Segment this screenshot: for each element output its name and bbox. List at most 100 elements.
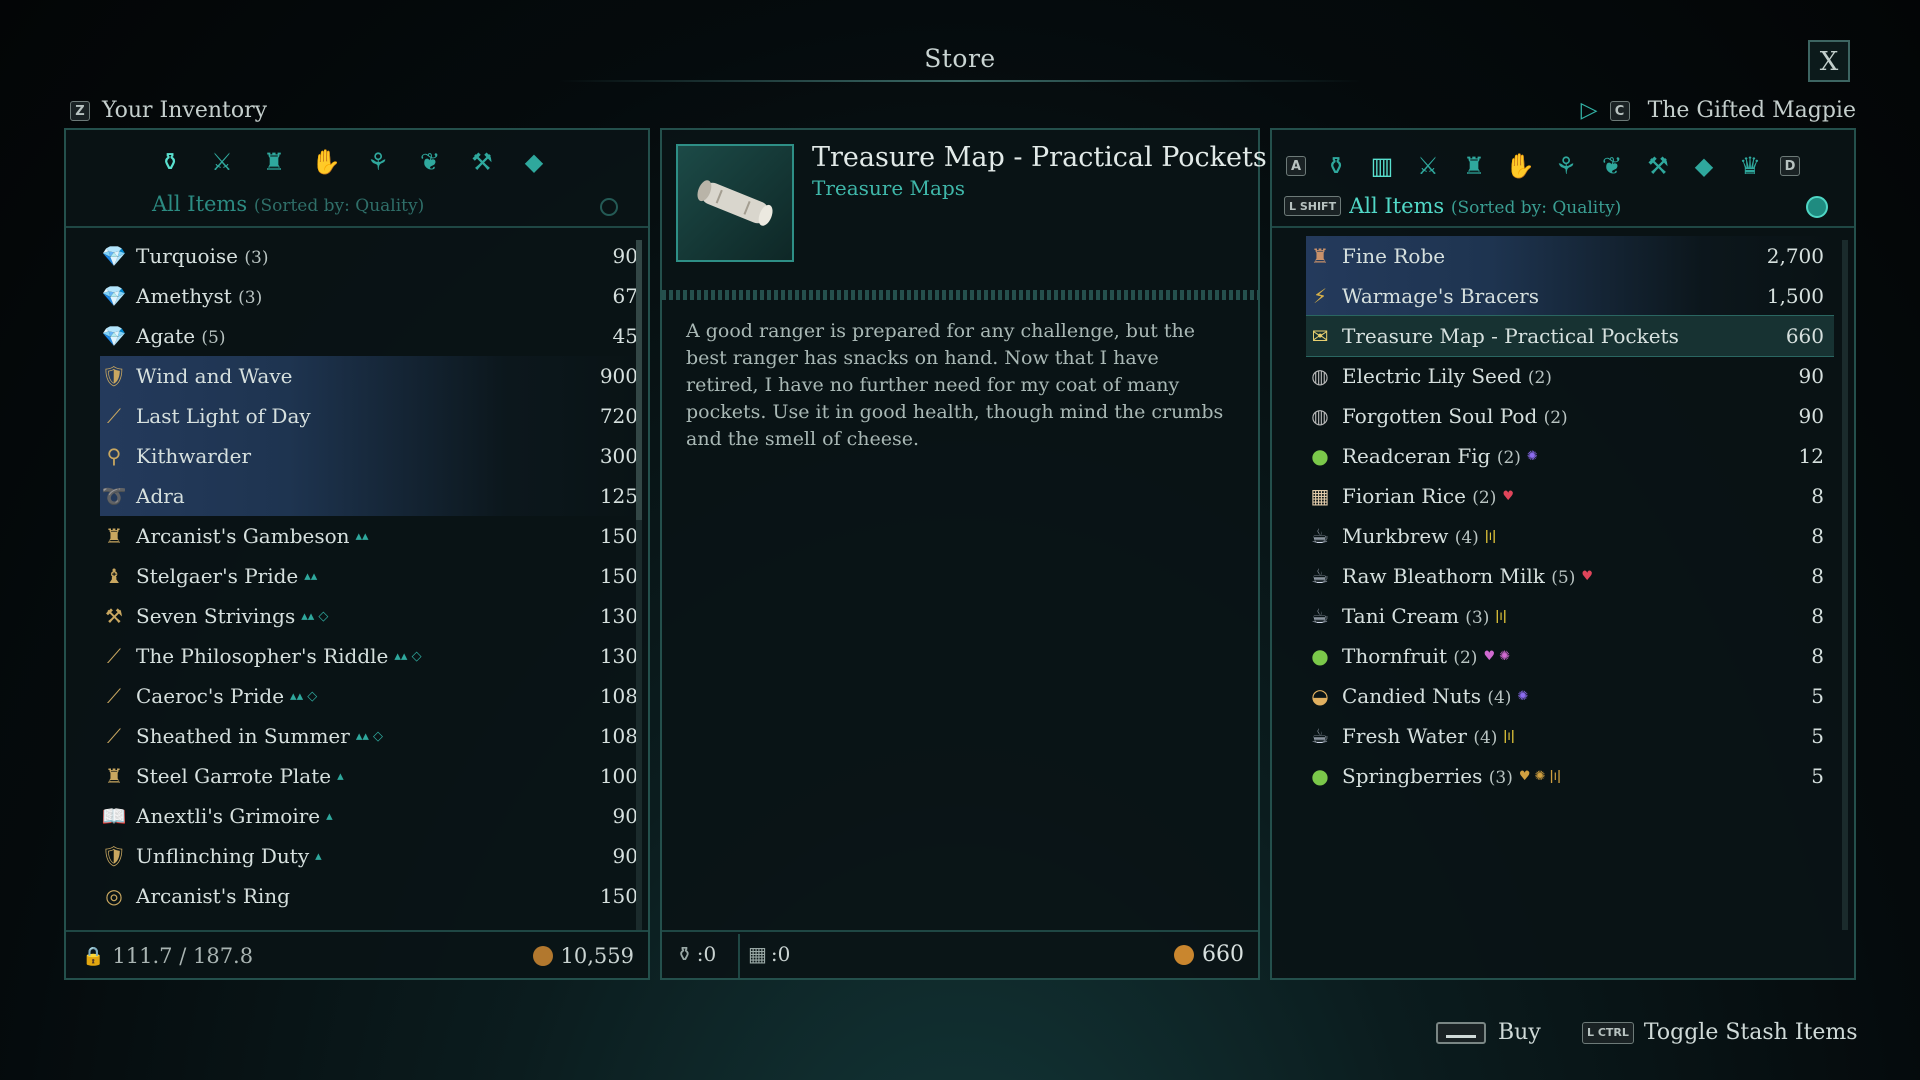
detail-divider <box>662 290 1258 300</box>
accessories-icon[interactable]: ✋ <box>310 146 342 178</box>
inventory-row[interactable]: ♜ Arcanist's Gambeson ▴▴ 150 <box>100 516 638 556</box>
item-name: Agate (5) <box>136 324 226 348</box>
inventory-row[interactable]: ⚒ Seven Strivings ▴▴ ◇ 130 <box>100 596 638 636</box>
armor-icon[interactable]: ♜ <box>258 146 290 178</box>
item-name: Arcanist's Ring <box>136 884 290 908</box>
item-name-text: Adra <box>136 484 185 508</box>
buy-control[interactable]: Buy <box>1436 1020 1541 1045</box>
vendor-row[interactable]: ☕ Raw Bleathorn Milk (5) ♥ 8 <box>1306 556 1834 596</box>
item-name: Electric Lily Seed (2) <box>1342 364 1552 388</box>
food-icon[interactable]: ❦ <box>414 146 446 178</box>
weapons-icon[interactable]: ⚔ <box>206 146 238 178</box>
weapons-icon[interactable]: ⚔ <box>1412 150 1444 182</box>
vendor-row[interactable]: ✉ Treasure Map - Practical Pockets 660 <box>1306 315 1834 357</box>
item-value: 45 <box>612 324 638 348</box>
close-button[interactable]: X <box>1808 40 1850 82</box>
inventory-category-tabs: ⚱ ⚔ ♜ ✋ ⚘ ❦ ⚒ ◆ <box>154 146 570 178</box>
inventory-row[interactable]: ⟋ The Philosopher's Riddle ▴▴ ◇ 130 <box>100 636 638 676</box>
armor-icon[interactable]: ♜ <box>1458 150 1490 182</box>
inventory-row[interactable]: ➰ Adra 125 <box>100 476 638 516</box>
item-icon: ✉ <box>1311 324 1329 348</box>
scroll-map-icon <box>697 180 773 226</box>
item-price: 660 <box>1174 942 1244 967</box>
gems-icon[interactable]: ◆ <box>1688 150 1720 182</box>
inventory-row[interactable]: ◈♝Stelgaer's Pride▴▴150 <box>100 556 638 596</box>
bag-icon[interactable]: ⚱ <box>1320 150 1352 182</box>
vendor-row[interactable]: ☕ Murkbrew (4) ǀıǀ 8 <box>1306 516 1834 556</box>
vendor-sort-label[interactable]: All Items (Sorted by: Quality) <box>1349 194 1621 218</box>
vendor-scrollbar[interactable] <box>1842 240 1848 930</box>
consumables-icon[interactable]: ⚘ <box>362 146 394 178</box>
item-icon: ➰ <box>101 484 127 508</box>
vendor-row[interactable]: ◍ Forgotten Soul Pod (2) 90 <box>1306 396 1834 436</box>
inventory-scroll-thumb[interactable] <box>636 240 642 520</box>
vendor-sort-toggle-icon[interactable] <box>1806 196 1828 218</box>
item-name-text: Murkbrew <box>1342 524 1449 548</box>
crafting-icon[interactable]: ⚒ <box>466 146 498 178</box>
consumables-icon[interactable]: ⚘ <box>1550 150 1582 182</box>
vendor-row[interactable]: ☕ Tani Cream (3) ǀıǀ 8 <box>1306 596 1834 636</box>
inventory-row[interactable]: ◈🛡Wind and Wave900 <box>100 356 638 396</box>
item-name-text: Fine Robe <box>1342 244 1446 268</box>
inventory-row[interactable]: ♜ Steel Garrote Plate ▴ 100 <box>100 756 638 796</box>
item-value: 2,700 <box>1766 244 1824 268</box>
inventory-row[interactable]: 🛡 Unflinching Duty ▴ 90 <box>100 836 638 876</box>
item-name: Caeroc's Pride <box>136 684 284 708</box>
crown-icon[interactable]: ♛ <box>1734 150 1766 182</box>
item-tags: ▴▴ ◇ <box>355 728 383 744</box>
vendor-category-tabs: A ⚱ ▥ ⚔ ♜ ✋ ⚘ ❦ ⚒ ◆ ♛ D <box>1286 150 1800 182</box>
inventory-row[interactable]: ◇⟋Caeroc's Pride▴▴ ◇108 <box>100 676 638 716</box>
item-tags: ǀıǀ <box>1484 528 1497 544</box>
item-name: Amethyst (3) <box>136 284 262 308</box>
item-name: Candied Nuts (4) <box>1342 684 1511 708</box>
item-icon: ⚒ <box>105 604 123 628</box>
inventory-row[interactable]: ◈⟋Last Light of Day720 <box>100 396 638 436</box>
inventory-row[interactable]: ◎ Arcanist's Ring 150 <box>100 876 638 916</box>
inventory-row[interactable]: 💎 Turquoise (3) 90 <box>100 236 638 276</box>
vendor-row[interactable]: ◒ Candied Nuts (4) ✺ 5 <box>1306 676 1834 716</box>
inventory-row[interactable]: ◈⚲Kithwarder300 <box>100 436 638 476</box>
vendor-row[interactable]: ● Readceran Fig (2) ✺ 12 <box>1306 436 1834 476</box>
item-value: 5 <box>1811 684 1824 708</box>
item-icon: ● <box>1311 644 1329 668</box>
all-items-icon[interactable]: ▥ <box>1366 150 1398 182</box>
item-icon: ☕ <box>1311 604 1329 628</box>
detail-footer-divider <box>662 930 1258 932</box>
accessories-icon[interactable]: ✋ <box>1504 150 1536 182</box>
crafting-icon[interactable]: ⚒ <box>1642 150 1674 182</box>
toggle-stash-control[interactable]: L CTRL Toggle Stash Items <box>1582 1020 1858 1045</box>
vendor-row[interactable]: ● Thornfruit (2) ♥ ✺ 8 <box>1306 636 1834 676</box>
inventory-row[interactable]: 📖 Anextli's Grimoire ▴ 90 <box>100 796 638 836</box>
item-name-text: Candied Nuts <box>1342 684 1481 708</box>
player-gold-value: 10,559 <box>560 944 634 968</box>
inventory-scrollbar[interactable] <box>636 240 642 930</box>
vendor-row[interactable]: ♜ Fine Robe 2,700 <box>1306 236 1834 276</box>
item-value: 100 <box>599 764 638 788</box>
item-icon: ⟋ <box>107 724 121 748</box>
vendor-row[interactable]: ◍ Electric Lily Seed (2) 90 <box>1306 356 1834 396</box>
vendor-row[interactable]: ▦ Fiorian Rice (2) ♥ 8 <box>1306 476 1834 516</box>
inventory-sort-label[interactable]: All Items (Sorted by: Quality) <box>152 192 424 216</box>
vendor-row[interactable]: ☕ Fresh Water (4) ǀıǀ 5 <box>1306 716 1834 756</box>
vendor-row[interactable]: ● Springberries (3) ♥ ✺ ǀıǀ 5 <box>1306 756 1834 796</box>
item-name: Seven Strivings <box>136 604 295 628</box>
item-value: 150 <box>599 564 638 588</box>
sort-toggle-icon[interactable] <box>600 198 618 216</box>
item-value: 720 <box>599 404 638 428</box>
item-name: Anextli's Grimoire <box>136 804 320 828</box>
gems-icon[interactable]: ◆ <box>518 146 550 178</box>
item-name: Warmage's Bracers <box>1342 284 1539 308</box>
item-name-text: Agate <box>136 324 196 348</box>
item-tags: ♥ ✺ ǀıǀ <box>1518 768 1561 784</box>
item-name-text: Last Light of Day <box>136 404 311 428</box>
inventory-row[interactable]: 💎 Amethyst (3) 67 <box>100 276 638 316</box>
food-icon[interactable]: ❦ <box>1596 150 1628 182</box>
inventory-row[interactable]: ⟋ Sheathed in Summer ▴▴ ◇ 108 <box>100 716 638 756</box>
item-value: 900 <box>599 364 638 388</box>
item-icon: ☕ <box>1311 564 1329 588</box>
bag-icon[interactable]: ⚱ <box>154 146 186 178</box>
vendor-row[interactable]: ⚡ Warmage's Bracers 1,500 <box>1306 276 1834 316</box>
item-name-text: Raw Bleathorn Milk <box>1342 564 1545 588</box>
inventory-row[interactable]: 💎 Agate (5) 45 <box>100 316 638 356</box>
item-icon: ▦ <box>1310 484 1330 508</box>
